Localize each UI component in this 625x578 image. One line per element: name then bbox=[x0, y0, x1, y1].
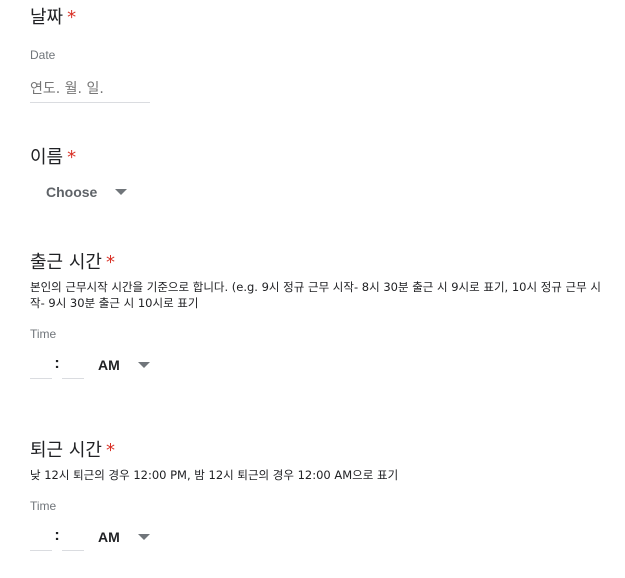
question-title-text: 이름 bbox=[30, 147, 64, 168]
question-title: 이름 * bbox=[30, 146, 610, 170]
question-description: 낮 12시 퇴근의 경우 12:00 PM, 밤 12시 퇴근의 경우 12:0… bbox=[30, 468, 399, 482]
end-hour-input[interactable] bbox=[30, 528, 52, 551]
question-date: 날짜 * Date bbox=[30, 6, 610, 106]
start-ampm-value: AM bbox=[98, 357, 120, 373]
end-minute-input[interactable] bbox=[62, 528, 84, 551]
date-input[interactable] bbox=[30, 76, 150, 103]
required-mark: * bbox=[67, 147, 77, 168]
question-title: 퇴근 시간 * bbox=[30, 439, 610, 463]
chevron-down-icon bbox=[115, 189, 128, 195]
start-ampm-select[interactable]: AM bbox=[98, 357, 150, 373]
question-title-text: 날짜 bbox=[30, 7, 64, 28]
start-time-inputs: : AM bbox=[30, 355, 150, 379]
question-start-time: 출근 시간 * 본인의 근무시작 시간을 기준으로 합니다. (e.g. 9시 정… bbox=[30, 251, 610, 391]
required-mark: * bbox=[67, 7, 77, 28]
question-title: 날짜 * bbox=[30, 6, 610, 30]
time-sub-label: Time bbox=[30, 499, 57, 513]
end-ampm-value: AM bbox=[98, 529, 120, 545]
required-mark: * bbox=[105, 440, 115, 461]
question-end-time: 퇴근 시간 * 낮 12시 퇴근의 경우 12:00 PM, 밤 12시 퇴근의 … bbox=[30, 439, 610, 569]
question-description: 본인의 근무시작 시간을 기준으로 합니다. (e.g. 9시 정규 근무 시작… bbox=[30, 280, 601, 310]
chevron-down-icon bbox=[137, 534, 150, 540]
time-colon: : bbox=[54, 527, 60, 544]
name-select[interactable]: Choose bbox=[46, 184, 128, 200]
chevron-down-icon bbox=[137, 362, 150, 368]
question-title-text: 출근 시간 bbox=[30, 252, 102, 273]
start-hour-input[interactable] bbox=[30, 356, 52, 379]
name-select-value: Choose bbox=[46, 184, 98, 200]
question-title-text: 퇴근 시간 bbox=[30, 440, 102, 461]
question-title: 출근 시간 * bbox=[30, 251, 610, 275]
time-colon: : bbox=[54, 355, 60, 372]
start-minute-input[interactable] bbox=[62, 356, 84, 379]
date-sub-label: Date bbox=[30, 48, 56, 62]
end-ampm-select[interactable]: AM bbox=[98, 529, 150, 545]
time-sub-label: Time bbox=[30, 327, 57, 341]
end-time-inputs: : AM bbox=[30, 527, 150, 551]
required-mark: * bbox=[105, 252, 115, 273]
question-name: 이름 * Choose bbox=[30, 146, 610, 216]
